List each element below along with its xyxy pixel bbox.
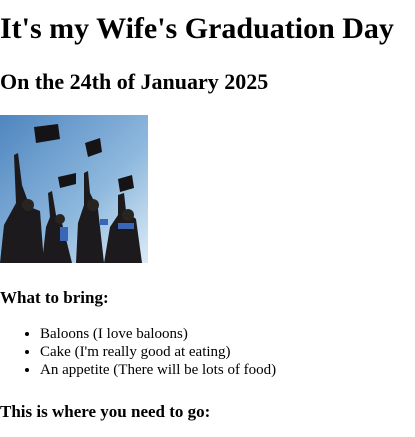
bring-heading: What to bring: [0,288,109,307]
list-item: Baloons (I love baloons) [40,325,276,343]
directions-heading: This is where you need to go: [0,402,211,421]
page: It's my Wife's Graduation Day On the 24t… [0,0,415,437]
page-title: It's my Wife's Graduation Day [0,12,394,45]
list-item: An appetite (There will be lots of food) [40,361,276,379]
graduation-photo [0,115,148,263]
list-item: Cake (I'm really good at eating) [40,343,276,361]
bring-list: Baloons (I love baloons) Cake (I'm reall… [0,325,276,379]
date-subtitle: On the 24th of January 2025 [0,69,269,94]
